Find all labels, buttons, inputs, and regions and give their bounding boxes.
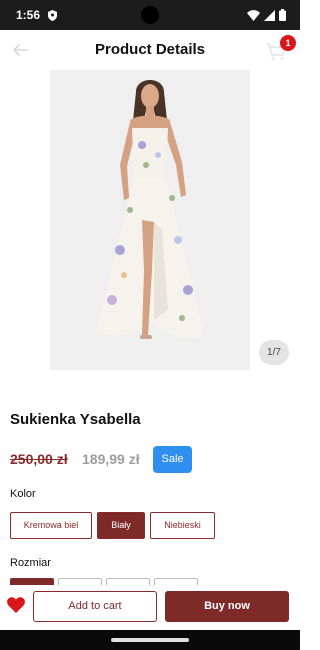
add-to-cart-button[interactable]: Add to cart [33,591,157,622]
signal-icon [264,9,275,21]
product-name: Sukienka Ysabella [10,411,141,428]
status-time: 1:56 [16,8,41,22]
heart-icon[interactable] [7,597,25,613]
action-bar: Add to cart Buy now [0,585,300,630]
camera-cutout [141,6,159,24]
sale-price: 189,99 zł [82,451,140,467]
page-title: Product Details [94,41,206,58]
buy-now-button[interactable]: Buy now [165,591,289,622]
dress-photo [50,70,250,370]
color-label: Kolor [10,488,36,500]
wifi-icon [247,9,260,21]
product-image[interactable] [50,70,250,370]
navigation-bar [0,630,300,650]
color-option-kremowa-biel[interactable]: Kremowa biel [10,512,92,539]
header: Product Details 1 [0,30,300,70]
cart-count-badge: 1 [280,35,296,51]
color-option-bialy[interactable]: Biały [97,512,145,539]
old-price: 250,00 zł [10,451,68,467]
shield-icon [48,10,57,21]
status-bar: 1:56 [0,0,300,30]
size-label: Rozmiar [10,557,51,569]
color-option-niebieski[interactable]: Niebieski [150,512,215,539]
battery-icon [279,9,286,21]
status-icons [247,9,286,21]
image-counter: 1/7 [259,340,289,365]
sale-badge: Sale [153,446,192,473]
home-gesture-pill[interactable] [111,638,189,642]
